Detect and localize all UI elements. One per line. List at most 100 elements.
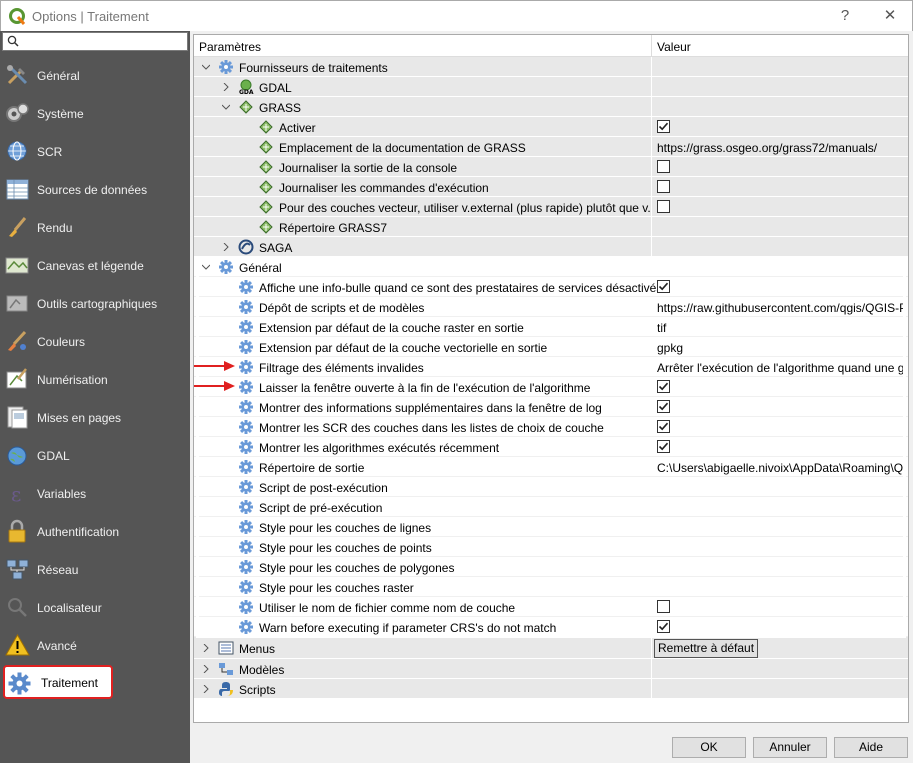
menu-icon [218, 641, 234, 655]
tree-row-grass-log-console[interactable]: Journaliser la sortie de la console [194, 157, 908, 177]
digitize-icon [6, 368, 27, 389]
column-divider [651, 237, 652, 257]
column-divider [651, 77, 652, 97]
sidebar-item-scr[interactable]: SCR [0, 133, 190, 171]
gear-icon [219, 60, 233, 74]
brush-icon [9, 217, 27, 237]
sidebar-item-rendering[interactable]: Rendu [0, 209, 190, 247]
checkbox-grass-log-console[interactable] [657, 160, 670, 173]
help-button[interactable]: Aide [834, 737, 908, 758]
grass-icon [259, 180, 273, 194]
sidebar-item-gdal[interactable]: GDAL [0, 437, 190, 475]
checkbox-grass-activate[interactable] [657, 120, 670, 133]
chevron-down-icon[interactable] [202, 63, 210, 71]
sidebar-item-system[interactable]: Système [0, 95, 190, 133]
svg-text:ε: ε [11, 482, 21, 506]
network-icon [6, 559, 29, 580]
chevron-right-icon[interactable] [222, 243, 230, 251]
svg-text:GDAL: GDAL [239, 89, 254, 95]
checkbox-grass-vexternal[interactable] [657, 200, 670, 213]
tree-row-gdal[interactable]: GDAL GDAL [194, 77, 908, 97]
tree-row-grass-doc[interactable]: Emplacement de la documentation de GRASS… [194, 137, 908, 157]
red-arrow-icon [194, 381, 235, 391]
warning-icon [5, 633, 30, 656]
sidebar-item-map-tools[interactable]: Outils cartographiques [0, 285, 190, 323]
table-icon [6, 179, 29, 200]
tools-icon [7, 65, 28, 85]
checkmark-icon [658, 122, 669, 131]
column-header-parameters[interactable]: Paramètres [199, 40, 261, 54]
globe-icon [7, 141, 27, 161]
help-title-button[interactable]: ? [834, 6, 856, 26]
reset-default-button[interactable]: Remettre à défaut [654, 639, 759, 658]
settings-tree: Paramètres Valeur Fournisseurs de traite… [193, 34, 909, 723]
chevron-right-icon[interactable] [202, 644, 210, 652]
column-divider [651, 197, 652, 217]
sidebar-item-data-sources[interactable]: Sources de données [0, 171, 190, 209]
map-tools-icon [6, 295, 28, 312]
window-title: Options | Traitement [32, 9, 149, 24]
layout-icon [7, 406, 28, 429]
grass-icon [239, 100, 253, 114]
column-divider [651, 679, 652, 699]
sidebar-item-canvas-legend[interactable]: Canevas et légende [0, 247, 190, 285]
chevron-right-icon[interactable] [202, 665, 210, 673]
search-input[interactable] [23, 34, 183, 49]
saga-icon [238, 239, 254, 255]
model-icon [219, 663, 233, 675]
sidebar-item-authentication[interactable]: Authentification [0, 513, 190, 551]
chevron-right-icon[interactable] [202, 685, 210, 693]
column-divider [651, 97, 652, 117]
map-icon [5, 257, 29, 274]
sidebar-item-network[interactable]: Réseau [0, 551, 190, 589]
column-divider [651, 117, 652, 137]
python-icon [219, 682, 233, 696]
tree-row-grass[interactable]: GRASS [194, 97, 908, 117]
red-arrow-icon [194, 361, 235, 371]
sidebar-item-layouts[interactable]: Mises en pages [0, 399, 190, 437]
grass-icon [259, 160, 273, 174]
system-icon [6, 103, 29, 122]
tree-row-menus[interactable]: Menus Remettre à défaut [194, 637, 908, 659]
value-grass-doc[interactable]: https://grass.osgeo.org/grass72/manuals/ [657, 141, 905, 155]
tree-row-grass-vexternal[interactable]: Pour des couches vecteur, utiliser v.ext… [194, 197, 908, 217]
cancel-button[interactable]: Annuler [753, 737, 827, 758]
sidebar-item-colors[interactable]: Couleurs [0, 323, 190, 361]
paint-icon [8, 330, 27, 351]
tree-header: Paramètres Valeur [194, 35, 908, 57]
gdal-globe-icon [7, 446, 27, 466]
dialog-footer: OK Annuler Aide [190, 723, 913, 763]
sidebar-item-variables[interactable]: ε Variables [0, 475, 190, 513]
checkbox-grass-log-commands[interactable] [657, 180, 670, 193]
sidebar-item-general[interactable]: Général [0, 57, 190, 95]
column-divider [651, 157, 652, 177]
tree-row-scripts[interactable]: Scripts [194, 679, 908, 699]
sidebar-item-advanced[interactable]: Avancé [0, 627, 190, 665]
grass-icon [259, 140, 273, 154]
chevron-right-icon[interactable] [222, 83, 230, 91]
tree-row-saga[interactable]: SAGA [194, 237, 908, 257]
sidebar-item-digitizing[interactable]: Numérisation [0, 361, 190, 399]
tree-row-providers[interactable]: Fournisseurs de traitements [194, 57, 908, 77]
sidebar-item-locator[interactable]: Localisateur [0, 589, 190, 627]
search-box[interactable] [2, 32, 188, 51]
lock-icon [8, 519, 26, 543]
sidebar-nav: Général Système SCR Sources de données R… [0, 57, 190, 699]
title-bar: Options | Traitement ? ✕ [0, 0, 913, 31]
sidebar: Général Système SCR Sources de données R… [0, 31, 190, 763]
tree-row-grass-activate[interactable]: Activer [194, 117, 908, 137]
column-header-value[interactable]: Valeur [657, 40, 691, 54]
column-divider [651, 137, 652, 157]
sidebar-item-processing[interactable]: Traitement [3, 665, 113, 699]
column-divider [651, 659, 652, 679]
chevron-down-icon[interactable] [222, 103, 230, 111]
column-divider [651, 177, 652, 197]
tree-row-grass-log-commands[interactable]: Journaliser les commandes d'exécution [194, 177, 908, 197]
epsilon-icon: ε [11, 482, 21, 506]
close-window-button[interactable]: ✕ [879, 6, 901, 26]
tree-row-models[interactable]: Modèles [194, 659, 908, 679]
tree-row-grass-folder[interactable]: Répertoire GRASS7 [194, 217, 908, 237]
header-separator [651, 35, 652, 57]
gdal-icon: GDAL [239, 79, 254, 95]
ok-button[interactable]: OK [672, 737, 746, 758]
